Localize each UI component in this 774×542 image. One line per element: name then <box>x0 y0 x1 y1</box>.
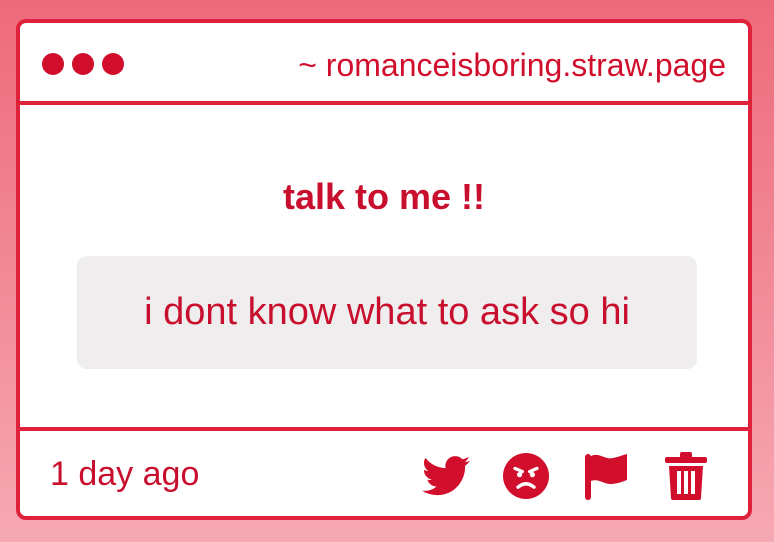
card-content: talk to me !! i dont know what to ask so… <box>20 105 748 427</box>
share-twitter-button[interactable] <box>420 450 472 502</box>
message-card: ~ romanceisboring.straw.page talk to me … <box>16 19 752 520</box>
angry-face-icon <box>503 453 549 499</box>
trash-icon <box>665 452 707 500</box>
flag-icon <box>585 454 627 500</box>
window-dot <box>42 53 64 75</box>
report-button[interactable] <box>580 450 632 502</box>
window-dots <box>42 53 124 75</box>
twitter-icon <box>422 456 470 496</box>
prompt-title: talk to me !! <box>282 176 486 217</box>
window-dot <box>102 53 124 75</box>
timestamp: 1 day ago <box>50 455 200 493</box>
window-dot <box>72 53 94 75</box>
message-text: i dont know what to ask so hi <box>144 291 630 333</box>
card-footer: 1 day ago <box>20 427 748 516</box>
message-box: i dont know what to ask so hi <box>77 256 697 369</box>
action-bar <box>420 450 712 502</box>
title-bar: ~ romanceisboring.straw.page <box>20 23 748 105</box>
delete-button[interactable] <box>660 450 712 502</box>
page-url[interactable]: ~ romanceisboring.straw.page <box>298 45 726 85</box>
react-angry-button[interactable] <box>500 450 552 502</box>
